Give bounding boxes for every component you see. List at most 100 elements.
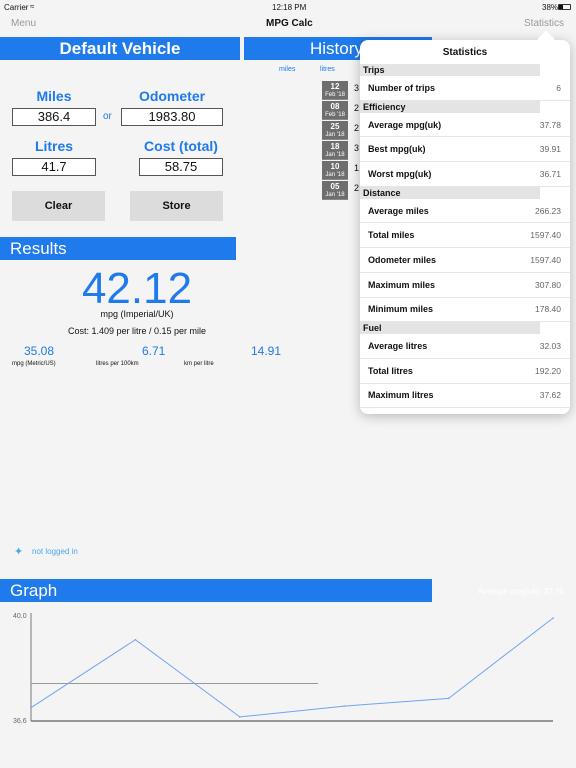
section-header: Trips	[360, 64, 540, 76]
data-point	[447, 697, 450, 700]
stat-value: 1597.40	[530, 230, 561, 241]
history-item[interactable]: 05 Jan '18	[322, 181, 348, 200]
history-day: 05	[330, 182, 340, 191]
stat-label: Number of trips	[368, 82, 436, 93]
stat-label: Odometer miles	[368, 254, 437, 265]
wifi-icon: ≈	[30, 2, 35, 11]
graph-average-label: Average mpg(uk): 37.78	[478, 587, 564, 596]
metric-label: litres per 100km	[96, 361, 139, 367]
stat-value: 39.91	[539, 144, 561, 155]
history-item[interactable]: 12 Feb '18	[322, 81, 348, 100]
popover-title: Statistics	[442, 47, 488, 58]
metric-label: mpg (Metric/US)	[12, 361, 56, 367]
history-value: 3	[354, 83, 360, 93]
litres-label: Litres	[34, 138, 74, 154]
history-month: Feb '18	[325, 112, 345, 118]
history-value: 2	[354, 103, 360, 113]
metric-label: km per litre	[184, 361, 214, 367]
stat-row: Worst mpg(uk) 36.71	[360, 162, 570, 187]
data-point	[30, 706, 32, 709]
stat-label: Total miles	[368, 230, 415, 241]
history-value: 2	[354, 183, 360, 193]
stat-label: Minimum miles	[368, 304, 434, 315]
carrier: Carrier	[4, 3, 29, 12]
history-month: Jan '18	[325, 172, 345, 178]
history-day: 25	[330, 122, 340, 131]
stat-label: Average mpg(uk)	[368, 119, 442, 130]
data-point	[239, 716, 241, 718]
history-item[interactable]: 25 Jan '18	[322, 121, 348, 140]
stat-row: Average litres 32.03	[360, 334, 570, 359]
stat-row: Minimum miles 178.40	[360, 298, 570, 323]
stat-row: Total miles 1597.40	[360, 223, 570, 249]
stat-row: Total litres 192.20	[360, 359, 570, 384]
mpg-series-line	[30, 617, 554, 718]
stat-row: Best mpg(uk) 39.91	[360, 137, 570, 163]
stat-value: 32.03	[539, 341, 561, 352]
twitter-icon[interactable]: ✦	[14, 545, 23, 558]
history-value: 1	[354, 163, 360, 173]
stat-label: Average miles	[368, 205, 429, 216]
vehicle-title[interactable]: Default Vehicle	[0, 37, 240, 60]
history-item[interactable]: 08 Feb '18	[322, 101, 348, 120]
odometer-input[interactable]: 1983.80	[121, 108, 223, 126]
history-value: 3	[354, 143, 360, 153]
clear-button[interactable]: Clear	[12, 191, 105, 221]
battery-level: 38%	[542, 3, 559, 12]
stat-label: Maximum miles	[368, 279, 436, 290]
mpg-result: 42.12	[81, 264, 193, 313]
stat-row: Number of trips 6	[360, 76, 570, 101]
twitter-status[interactable]: not logged in	[32, 547, 78, 556]
data-point	[134, 638, 137, 641]
history-day: 18	[330, 142, 340, 151]
page-title: MPG Calc	[266, 18, 313, 29]
stat-label: Average litres	[368, 341, 428, 352]
section-header: Efficiency	[360, 100, 540, 113]
stat-label: Total litres	[368, 365, 413, 376]
mpg-unit: mpg (Imperial/UK)	[100, 309, 174, 319]
cost-label: Cost (total)	[144, 138, 218, 154]
stat-value: 266.23	[535, 205, 561, 216]
miles-input[interactable]: 386.4	[12, 108, 96, 126]
stat-row: Average miles 266.23	[360, 199, 570, 224]
history-col-miles[interactable]: miles	[279, 66, 295, 73]
stat-value: 36.71	[539, 168, 561, 179]
odometer-label: Odometer	[138, 88, 206, 104]
menu-button[interactable]: Menu	[11, 18, 36, 29]
battery-icon	[558, 4, 571, 10]
litres-input[interactable]: 41.7	[12, 158, 96, 176]
history-month: Feb '18	[325, 92, 345, 98]
stat-row: Maximum miles 307.80	[360, 273, 570, 298]
stat-label: Worst mpg(uk)	[368, 168, 432, 179]
graph-title: Graph	[0, 579, 432, 602]
stat-label: Maximum litres	[368, 390, 434, 401]
history-value: 2	[354, 123, 360, 133]
status-bar: Carrier ≈ 12:18 PM 38%	[0, 0, 576, 14]
history-month: Jan '18	[325, 152, 345, 158]
history-item[interactable]: 10 Jan '18	[322, 161, 348, 180]
history-day: 08	[330, 102, 340, 111]
stat-value: 37.78	[539, 119, 561, 130]
metric-value: 14.91	[251, 344, 282, 358]
cost-input[interactable]: 58.75	[139, 158, 223, 176]
data-point	[552, 617, 554, 619]
metric-value: 35.08	[24, 344, 55, 358]
history-col-litres[interactable]: litres	[320, 66, 335, 73]
history-item[interactable]: 18 Jan '18	[322, 141, 348, 160]
stat-value: 307.80	[535, 279, 561, 290]
store-button[interactable]: Store	[130, 191, 223, 221]
miles-label: Miles	[36, 88, 72, 104]
history-day: 10	[330, 162, 340, 171]
history-day: 12	[330, 82, 340, 91]
stat-value: 178.40	[535, 304, 561, 315]
results-title: Results	[0, 237, 236, 260]
y-tick-label: 36.6	[13, 718, 27, 725]
stat-row: Maximum litres 37.62	[360, 384, 570, 409]
metric-value: 6.71	[142, 344, 166, 358]
stat-value: 6	[556, 82, 561, 93]
stat-row: Average mpg(uk) 37.78	[360, 113, 570, 138]
stat-row: Odometer miles 1597.40	[360, 248, 570, 273]
statistics-button[interactable]: Statistics	[524, 18, 564, 29]
stat-value: 192.20	[535, 365, 561, 376]
nav-bar: Menu MPG Calc Statistics	[0, 14, 576, 36]
